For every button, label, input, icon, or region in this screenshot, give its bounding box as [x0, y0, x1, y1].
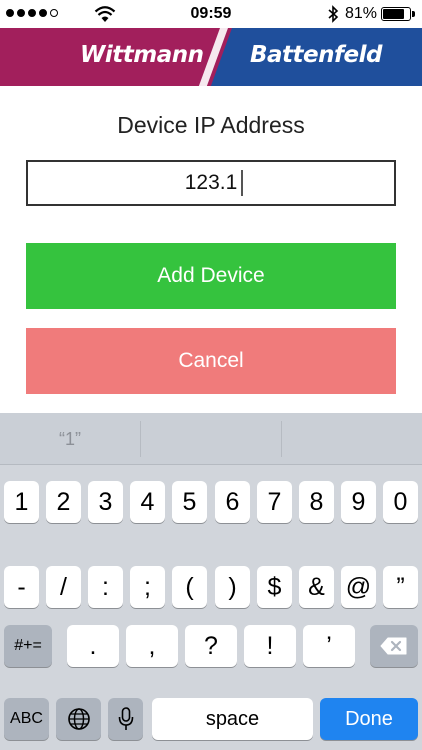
key[interactable]: ! — [244, 625, 296, 667]
key[interactable]: 6 — [215, 481, 250, 523]
key[interactable]: : — [88, 566, 123, 608]
microphone-icon — [118, 707, 133, 730]
key[interactable]: 1 — [4, 481, 39, 523]
brand-logo-wittmann: Wittmann — [80, 42, 204, 68]
key[interactable]: , — [126, 625, 178, 667]
key[interactable]: ’ — [303, 625, 355, 667]
key[interactable]: / — [46, 566, 81, 608]
suggestion-bar: “1” — [0, 413, 422, 465]
battery-percent: 81% — [345, 5, 378, 22]
key[interactable]: ; — [130, 566, 165, 608]
brand-header: Wittmann Battenfeld — [0, 28, 422, 86]
key[interactable]: @ — [341, 566, 376, 608]
key[interactable]: 2 — [46, 481, 81, 523]
status-bar: 09:59 81% — [0, 0, 422, 28]
key[interactable]: 7 — [257, 481, 292, 523]
symbols-toggle-key[interactable]: #+= — [4, 625, 52, 667]
page-title: Device IP Address — [117, 112, 305, 138]
key[interactable]: ” — [383, 566, 418, 608]
battery-icon — [381, 7, 411, 21]
dictation-key[interactable] — [108, 698, 143, 740]
globe-key[interactable] — [56, 698, 101, 740]
key[interactable]: 9 — [341, 481, 376, 523]
done-key[interactable]: Done — [320, 698, 418, 740]
text-caret — [241, 170, 243, 196]
abc-key[interactable]: ABC — [4, 698, 49, 740]
key[interactable]: & — [299, 566, 334, 608]
suggestion-item-empty[interactable] — [141, 413, 281, 465]
key[interactable]: 5 — [172, 481, 207, 523]
space-key[interactable]: space — [152, 698, 313, 740]
add-device-button[interactable]: Add Device — [26, 243, 396, 309]
key[interactable]: 3 — [88, 481, 123, 523]
key[interactable]: ( — [172, 566, 207, 608]
bluetooth-icon — [328, 5, 339, 23]
key[interactable]: $ — [257, 566, 292, 608]
suggestion-item-empty[interactable] — [282, 413, 422, 465]
ip-address-input[interactable] — [26, 160, 396, 206]
globe-icon — [67, 708, 90, 730]
key[interactable]: ? — [185, 625, 237, 667]
key[interactable]: . — [67, 625, 119, 667]
suggestion-item[interactable]: “1” — [0, 413, 140, 465]
delete-key[interactable] — [370, 625, 418, 667]
cancel-button[interactable]: Cancel — [26, 328, 396, 394]
backspace-icon — [380, 637, 407, 655]
key[interactable]: 0 — [383, 481, 418, 523]
brand-logo-battenfeld: Battenfeld — [250, 42, 382, 68]
keyboard: “1” 1 2 3 4 5 6 7 8 9 0 - / : ; ( ) $ & … — [0, 413, 422, 750]
key[interactable]: - — [4, 566, 39, 608]
key[interactable]: 4 — [130, 481, 165, 523]
key[interactable]: ) — [215, 566, 250, 608]
key[interactable]: 8 — [299, 481, 334, 523]
